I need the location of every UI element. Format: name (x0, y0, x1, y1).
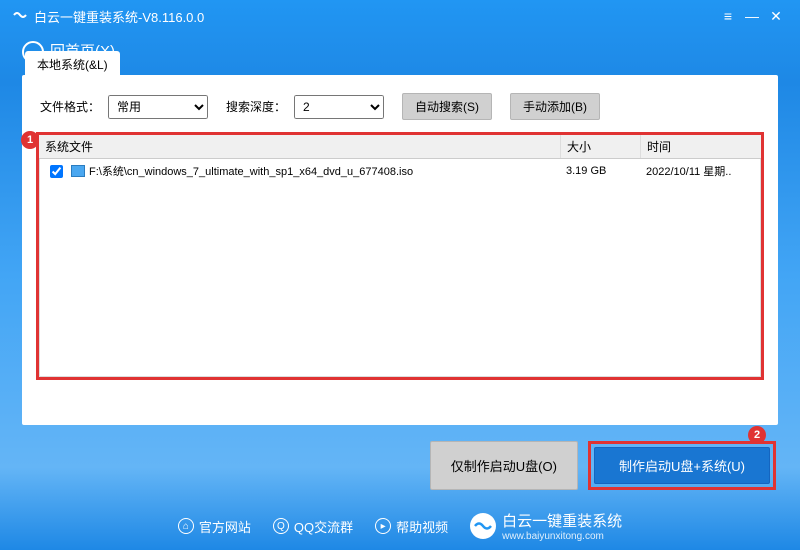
search-depth-label: 搜索深度： (226, 98, 286, 115)
col-header-time[interactable]: 时间 (641, 135, 761, 158)
col-header-size[interactable]: 大小 (561, 135, 641, 158)
footer: ⌂ 官方网站 Q QQ交流群 ▸ 帮助视频 白云一键重装系统 www.baiyu… (0, 510, 800, 542)
row-checkbox[interactable] (50, 165, 63, 178)
file-size: 3.19 GB (560, 163, 640, 179)
file-format-select[interactable]: 常用 (108, 95, 208, 119)
table-header: 系统文件 大小 时间 (39, 135, 761, 159)
file-path: F:\系统\cn_windows_7_ultimate_with_sp1_x64… (89, 163, 413, 179)
primary-action-highlight: 2 制作启动U盘+系统(U) (588, 441, 776, 490)
manual-add-button[interactable]: 手动添加(B) (510, 93, 600, 120)
window-title: 白云一键重装系统-V8.116.0.0 (34, 7, 716, 26)
footer-brand: 白云一键重装系统 www.baiyunxitong.com (470, 510, 622, 542)
brand-logo-icon (470, 513, 496, 539)
titlebar: 白云一键重装系统-V8.116.0.0 ≡ — ✕ (0, 0, 800, 32)
minimize-button[interactable]: — (740, 8, 764, 24)
step-badge-2: 2 (748, 426, 766, 444)
file-time: 2022/10/11 星期.. (640, 161, 760, 181)
menu-button[interactable]: ≡ (716, 8, 740, 24)
file-table: 1 系统文件 大小 时间 F:\系统\cn_windows_7_ultimate… (36, 132, 764, 380)
back-nav[interactable]: ← 回首页(X) (0, 32, 800, 75)
home-icon: ⌂ (178, 518, 194, 534)
col-header-file[interactable]: 系统文件 (39, 135, 561, 158)
qq-group-link[interactable]: Q QQ交流群 (273, 517, 353, 536)
controls-row: 文件格式： 常用 搜索深度： 2 自动搜索(S) 手动添加(B) (22, 75, 778, 132)
action-row: 仅制作启动U盘(O) 2 制作启动U盘+系统(U) (0, 425, 800, 490)
auto-search-button[interactable]: 自动搜索(S) (402, 93, 492, 120)
app-logo-icon (12, 7, 28, 26)
qq-icon: Q (273, 518, 289, 534)
play-icon: ▸ (375, 518, 391, 534)
main-panel: 本地系统(&L) 文件格式： 常用 搜索深度： 2 自动搜索(S) 手动添加(B… (22, 75, 778, 425)
disk-icon (71, 165, 85, 177)
step-badge-1: 1 (21, 131, 39, 149)
brand-url: www.baiyunxitong.com (502, 531, 622, 542)
official-site-link[interactable]: ⌂ 官方网站 (178, 517, 251, 536)
help-video-link[interactable]: ▸ 帮助视频 (375, 517, 448, 536)
file-format-label: 文件格式： (40, 98, 100, 115)
close-button[interactable]: ✕ (764, 8, 788, 25)
make-usb-system-button[interactable]: 制作启动U盘+系统(U) (594, 447, 770, 484)
search-depth-select[interactable]: 2 (294, 95, 384, 119)
table-row[interactable]: F:\系统\cn_windows_7_ultimate_with_sp1_x64… (40, 159, 760, 183)
make-usb-only-button[interactable]: 仅制作启动U盘(O) (430, 441, 578, 490)
table-body: F:\系统\cn_windows_7_ultimate_with_sp1_x64… (39, 159, 761, 377)
tab-local-system[interactable]: 本地系统(&L) (25, 51, 120, 78)
